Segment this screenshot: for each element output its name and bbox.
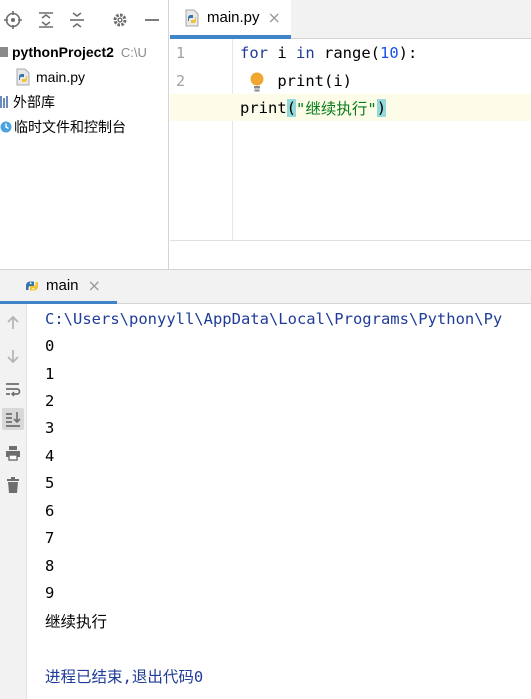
code-func: print [240,98,287,117]
console-message: 继续执行 [45,613,108,631]
folder-icon [0,47,8,57]
code-paren: ) [376,98,387,117]
locate-icon[interactable] [3,10,23,30]
line-number: 1 [176,44,186,62]
scratches-icon [0,121,12,133]
line-number: 2 [176,72,186,90]
run-tab-label: main [46,277,79,294]
collapse-all-icon[interactable] [67,10,87,30]
code-number: 10 [380,43,399,62]
run-toolbar [0,304,27,699]
code-area[interactable]: for i in range(10): print(i) print("继续执行… [170,39,531,240]
code-var: i [268,43,296,62]
python-file-icon [185,9,199,26]
console-line: 4 [45,447,55,465]
file-node-main[interactable]: main.py [14,66,85,88]
console-line: 2 [45,392,55,410]
console-line: 0 [45,337,55,355]
console-command-path: C:\Users\ponyyll\AppData\Local\Programs\… [45,310,503,328]
python-file-icon [16,68,30,86]
console-line: 3 [45,419,55,437]
console-line: 6 [45,502,55,520]
code-func: range( [314,43,380,62]
project-panel: pythonProject2 C:\U main.py 外部库 临时文件和控制台 [0,0,169,269]
code-line-1: for i in range(10): [240,39,417,66]
scratches-node[interactable]: 临时文件和控制台 [0,116,126,138]
run-tab-main[interactable]: main × [0,270,117,304]
project-root-name: pythonProject2 [12,44,114,60]
code-string: "继续执行" [296,99,377,118]
close-icon[interactable]: × [268,8,281,27]
scratches-label: 临时文件和控制台 [14,119,126,135]
console-output[interactable]: C:\Users\ponyyll\AppData\Local\Programs\… [28,304,531,699]
python-icon [26,281,38,290]
library-icon [0,96,8,108]
console-line: 1 [45,365,55,383]
file-name: main.py [36,69,86,85]
line-number-gutter: 1 2 3 [170,39,264,240]
external-libs-node[interactable]: 外部库 [0,91,55,113]
console-line: 5 [45,474,55,492]
project-toolbar [0,0,168,40]
top-area: pythonProject2 C:\U main.py 外部库 临时文件和控制台 [0,0,531,269]
project-root-node[interactable]: pythonProject2 C:\U [0,41,147,63]
console-exit-message: 进程已结束,退出代码0 [45,668,204,686]
soft-wrap-icon[interactable] [2,378,24,400]
close-icon[interactable]: × [88,276,101,295]
console-line: 8 [45,557,55,575]
code-editor: main.py × 1 2 3 for i in range(10): prin… [170,0,531,240]
project-root-path: C:\U [120,44,147,60]
code-paren: ( [286,98,297,117]
expand-all-icon[interactable] [36,10,56,30]
up-arrow-icon[interactable] [2,312,24,334]
run-tool-header: main × [0,269,531,304]
code-end: ): [398,43,418,62]
hide-icon[interactable] [142,10,162,30]
scroll-to-end-icon[interactable] [2,408,24,430]
external-libs-label: 外部库 [13,94,55,110]
code-line-2: print(i) [240,67,352,94]
keyword-in: in [296,43,315,62]
settings-icon[interactable] [110,10,130,30]
trash-icon[interactable] [2,474,24,496]
print-icon[interactable] [2,442,24,464]
tab-label: main.py [207,9,260,26]
console-line: 9 [45,584,55,602]
code-line-3: print("继续执行") [240,94,387,121]
editor-bottom-area [170,240,531,269]
console-line: 7 [45,529,55,547]
tab-main-py[interactable]: main.py × [170,0,291,39]
down-arrow-icon[interactable] [2,345,24,367]
keyword-for: for [240,43,268,62]
editor-tab-bar: main.py × [170,0,531,39]
code-call: print(i) [277,71,352,90]
